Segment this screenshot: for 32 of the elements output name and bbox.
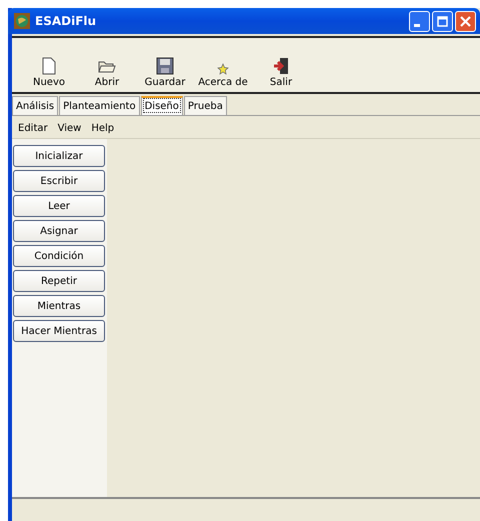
close-icon [460,16,471,26]
menu-item[interactable]: View [56,120,84,136]
exit-door-icon [273,57,289,75]
tab[interactable]: Diseño [140,96,183,115]
menu-item[interactable]: Help [89,120,116,136]
palette-button[interactable]: Repetir [13,270,105,292]
maximize-icon [437,16,448,26]
palette-button[interactable]: Condición [13,245,105,267]
globe-icon [14,13,30,29]
folder-icon [98,59,116,75]
palette-button[interactable]: Asignar [13,220,105,242]
window-title: ESADiFlu [35,14,98,28]
toolbar-button[interactable]: Nuevo [20,46,78,88]
toolbar-button[interactable]: Guardar [136,46,194,88]
tab[interactable]: Análisis [12,96,58,115]
star-icon [217,63,229,75]
palette-button[interactable]: Inicializar [13,145,105,167]
toolbar-button[interactable]: Acerca de [194,46,252,88]
tab[interactable]: Prueba [184,96,227,115]
close-button[interactable] [455,10,476,32]
menu-item[interactable]: Editar [16,120,50,136]
palette-button[interactable]: Mientras [13,295,105,317]
palette-button[interactable]: Hacer Mientras [13,320,105,342]
minimize-button[interactable] [409,10,430,32]
toolbar-button[interactable]: Salir [252,46,310,88]
document-icon [42,57,56,75]
tab[interactable]: Planteamiento [59,96,140,115]
toolbar-button[interactable]: Abrir [78,46,136,88]
minimize-icon [414,24,420,26]
palette-button[interactable]: Leer [13,195,105,217]
palette-button[interactable]: Escribir [13,170,105,192]
maximize-button[interactable] [432,10,453,32]
